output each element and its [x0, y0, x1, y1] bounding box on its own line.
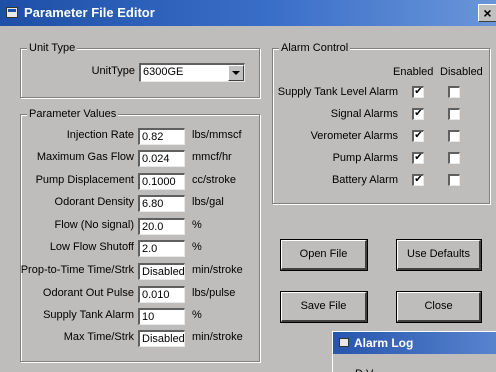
param-label: Odorant Density: [54, 196, 134, 208]
parameter-file-editor-window: Parameter File Editor × Unit Type UnitTy…: [0, 0, 496, 372]
verometer-alarms-enabled-checkbox[interactable]: ✔: [412, 130, 424, 142]
enabled-column-header: Enabled: [393, 66, 434, 78]
pump-alarms-disabled-checkbox[interactable]: [448, 152, 460, 164]
param-label: Odorant Out Pulse: [42, 287, 134, 299]
flow-no-signal-input[interactable]: 20.0: [138, 218, 185, 235]
alarm-log-window[interactable]: Alarm Log D V: [333, 332, 496, 372]
signal-alarms-disabled-checkbox[interactable]: [448, 108, 460, 120]
save-file-button[interactable]: Save File: [281, 292, 367, 322]
alarm-log-title-bar[interactable]: Alarm Log: [333, 332, 496, 354]
alarm-label: Battery Alarm: [331, 174, 398, 186]
parameter-values-legend: Parameter Values: [27, 108, 119, 120]
open-file-button[interactable]: Open File: [281, 240, 367, 270]
max-time-strk-input[interactable]: Disabled: [138, 330, 185, 347]
supply-tank-level-enabled-checkbox[interactable]: ✔: [412, 86, 424, 98]
low-flow-shutoff-input[interactable]: 2.0: [138, 240, 185, 257]
prop-to-time-input[interactable]: Disabled: [138, 263, 185, 280]
param-unit: min/stroke: [192, 331, 243, 343]
param-label: Injection Rate: [66, 129, 134, 141]
close-icon[interactable]: ×: [478, 4, 496, 22]
maximum-gas-flow-input[interactable]: 0.024: [138, 150, 185, 167]
window-title: Parameter File Editor: [24, 5, 155, 20]
close-button[interactable]: Close: [397, 292, 481, 322]
alarm-label: Pump Alarms: [332, 152, 398, 164]
unit-type-label: UnitType: [91, 65, 135, 77]
injection-rate-input[interactable]: 0.82: [138, 128, 185, 145]
param-unit: lbs/mmscf: [192, 129, 242, 141]
supply-tank-alarm-input[interactable]: 10: [138, 308, 185, 325]
param-unit: %: [192, 241, 202, 253]
alarm-log-partial-text: D V: [355, 368, 373, 372]
param-unit: lbs/gal: [192, 196, 224, 208]
unit-type-select[interactable]: 6300GE: [139, 63, 245, 82]
alarm-label: Signal Alarms: [330, 108, 398, 120]
odorant-out-pulse-input[interactable]: 0.010: [138, 286, 185, 303]
param-label: Pump Displacement: [35, 174, 134, 186]
pump-displacement-input[interactable]: 0.1000: [138, 173, 185, 190]
title-bar[interactable]: Parameter File Editor ×: [0, 0, 496, 26]
param-unit: mmcf/hr: [192, 151, 232, 163]
param-label: Low Flow Shutoff: [49, 241, 134, 253]
param-unit: lbs/pulse: [192, 287, 236, 299]
verometer-alarms-disabled-checkbox[interactable]: [448, 130, 460, 142]
pump-alarms-enabled-checkbox[interactable]: ✔: [412, 152, 424, 164]
use-defaults-button[interactable]: Use Defaults: [397, 240, 481, 270]
param-label: Max Time/Strk: [63, 331, 134, 343]
battery-alarm-enabled-checkbox[interactable]: ✔: [412, 174, 424, 186]
param-unit: %: [192, 219, 202, 231]
unit-type-legend: Unit Type: [27, 42, 78, 54]
param-unit: cc/stroke: [192, 174, 237, 186]
alarm-control-legend: Alarm Control: [279, 42, 351, 54]
alarm-label: Verometer Alarms: [310, 130, 398, 142]
param-label: Supply Tank Alarm: [43, 309, 134, 321]
alarm-label: Supply Tank Level Alarm: [277, 86, 398, 98]
disabled-column-header: Disabled: [440, 66, 483, 78]
odorant-density-input[interactable]: 6.80: [138, 195, 185, 212]
signal-alarms-enabled-checkbox[interactable]: ✔: [412, 108, 424, 120]
param-label: Maximum Gas Flow: [36, 151, 134, 163]
param-unit: %: [192, 309, 202, 321]
window-icon: [6, 7, 18, 18]
alarm-log-title: Alarm Log: [354, 336, 414, 350]
param-label: Prop-to-Time Time/Strk: [20, 264, 134, 276]
battery-alarm-disabled-checkbox[interactable]: [448, 174, 460, 186]
supply-tank-level-disabled-checkbox[interactable]: [448, 86, 460, 98]
window-icon: [339, 338, 349, 347]
param-unit: min/stroke: [192, 264, 243, 276]
param-label: Flow (No signal): [54, 219, 134, 231]
chevron-down-icon[interactable]: [228, 65, 244, 81]
unit-type-value: 6300GE: [143, 66, 184, 78]
